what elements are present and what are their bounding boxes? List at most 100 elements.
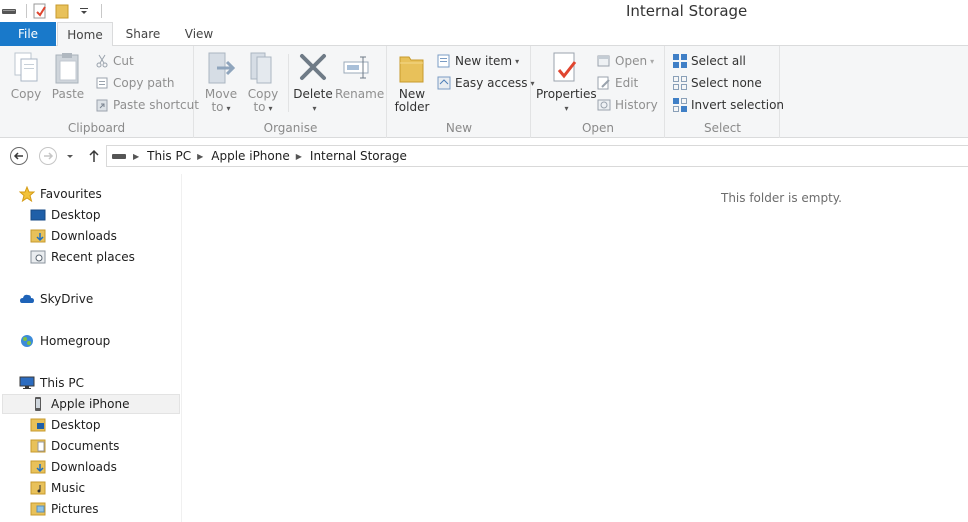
invert-selection-icon — [672, 97, 688, 113]
new-item-icon — [436, 53, 452, 69]
move-to-icon — [204, 50, 238, 86]
copy-to-icon — [246, 50, 280, 86]
rename-button[interactable]: Rename — [335, 50, 384, 101]
nav-label: Recent places — [51, 250, 135, 264]
chevron-down-icon — [67, 155, 73, 158]
customize-qat-icon[interactable] — [75, 2, 93, 20]
copy-to-label-line2: to ▾ — [243, 101, 283, 115]
nav-label: Desktop — [51, 208, 101, 222]
new-folder-label-line2: folder — [394, 100, 430, 114]
nav-label: Downloads — [51, 460, 117, 474]
tab-home[interactable]: Home — [57, 22, 113, 47]
paste-shortcut-label: Paste shortcut — [113, 98, 199, 112]
move-to-label-text: to — [211, 100, 224, 114]
nav-desktop[interactable]: Desktop — [30, 205, 101, 225]
forward-button[interactable] — [38, 146, 58, 166]
nav-label: Homegroup — [40, 334, 111, 348]
copy-to-button[interactable]: Copy to ▾ — [243, 50, 283, 115]
properties-caret-icon: ▾ — [564, 104, 569, 113]
edit-label: Edit — [615, 76, 639, 90]
easy-access-icon — [436, 75, 452, 91]
tab-share[interactable]: Share — [114, 22, 172, 46]
history-icon — [596, 97, 612, 113]
nav-homegroup[interactable]: Homegroup — [19, 331, 110, 351]
move-to-button[interactable]: Move to ▾ — [201, 50, 241, 115]
breadcrumb-arrow-icon: ▶ — [295, 151, 302, 161]
select-all-icon — [672, 53, 688, 69]
open-icon — [596, 53, 612, 69]
star-icon — [19, 186, 35, 202]
nav-label: Pictures — [51, 502, 99, 516]
open-button[interactable]: Open ▾ — [596, 51, 654, 71]
breadcrumb-label: Apple iPhone — [211, 149, 290, 163]
new-group: New folder New item ▾ Easy access ▾ New — [388, 46, 535, 138]
delete-icon — [296, 50, 330, 86]
empty-folder-message: This folder is empty. — [721, 191, 842, 205]
nav-documents[interactable]: Documents — [30, 436, 119, 456]
nav-label: Documents — [51, 439, 120, 453]
cut-label: Cut — [113, 54, 134, 68]
edit-icon — [596, 75, 612, 91]
new-item-label: New item — [455, 54, 513, 68]
invert-selection-button[interactable]: Invert selection — [672, 95, 784, 115]
breadcrumb-internal-storage[interactable]: Internal Storage — [310, 149, 407, 163]
computer-icon — [19, 375, 35, 391]
delete-button[interactable]: Delete ▾ — [293, 50, 333, 115]
clipboard-group: Copy Paste Cut Copy path Paste shortcut … — [0, 46, 199, 138]
copy-path-button[interactable]: Copy path — [94, 73, 175, 93]
easy-access-button[interactable]: Easy access ▾ — [436, 73, 535, 93]
phone-icon — [30, 396, 46, 412]
nav-label: Favourites — [40, 187, 102, 201]
drive-icon[interactable] — [0, 2, 18, 20]
new-folder-qat-icon[interactable] — [53, 2, 71, 20]
select-none-button[interactable]: Select none — [672, 73, 762, 93]
back-button[interactable] — [9, 146, 29, 166]
paste-label: Paste — [51, 87, 85, 101]
delete-label: Delete — [293, 87, 333, 101]
up-button[interactable] — [84, 146, 104, 166]
address-bar[interactable]: ▶ This PC ▶ Apple iPhone ▶ Internal Storag… — [106, 145, 968, 167]
properties-qat-icon[interactable] — [31, 2, 49, 20]
nav-this-pc[interactable]: This PC — [19, 373, 84, 393]
nav-music[interactable]: Music — [30, 478, 85, 498]
copy-button[interactable]: Copy — [6, 50, 46, 101]
nav-label: Music — [51, 481, 86, 495]
paste-shortcut-button[interactable]: Paste shortcut — [94, 95, 199, 115]
move-to-label-line2: to ▾ — [201, 101, 241, 115]
properties-button[interactable]: Properties ▾ — [536, 50, 597, 115]
new-folder-button[interactable]: New folder — [392, 50, 432, 114]
nav-favourites[interactable]: Favourites — [19, 184, 102, 204]
quick-access-toolbar — [0, 2, 106, 20]
nav-pc-desktop[interactable]: Desktop — [30, 415, 101, 435]
ribbon-tabs: File Home Share View — [0, 22, 968, 47]
invert-selection-label: Invert selection — [691, 98, 785, 112]
window-title: Internal Storage — [626, 2, 748, 20]
select-group-label: Select — [703, 121, 742, 135]
nav-apple-iphone[interactable]: Apple iPhone — [2, 394, 180, 414]
address-drive-icon: ▶ — [111, 151, 147, 161]
delete-caret-icon: ▾ — [312, 104, 317, 113]
history-button[interactable]: History — [596, 95, 658, 115]
nav-downloads[interactable]: Downloads — [30, 226, 117, 246]
nav-skydrive[interactable]: SkyDrive — [19, 289, 93, 309]
breadcrumb-apple-iphone[interactable]: Apple iPhone ▶ — [211, 149, 310, 163]
open-caret-icon: ▾ — [650, 56, 655, 66]
select-all-button[interactable]: Select all — [672, 51, 746, 71]
cut-button[interactable]: Cut — [94, 51, 134, 71]
nav-label: This PC — [40, 376, 84, 390]
nav-label: Apple iPhone — [51, 397, 130, 411]
paste-button[interactable]: Paste — [48, 50, 88, 101]
folder-icon — [395, 50, 429, 86]
new-item-button[interactable]: New item ▾ — [436, 51, 519, 71]
breadcrumb-this-pc[interactable]: This PC ▶ — [147, 149, 211, 163]
select-all-label: Select all — [691, 54, 746, 68]
edit-button[interactable]: Edit — [596, 73, 638, 93]
nav-recent-places[interactable]: Recent places — [30, 247, 135, 267]
tab-file[interactable]: File — [0, 22, 56, 46]
nav-pc-downloads[interactable]: Downloads — [30, 457, 117, 477]
nav-label: SkyDrive — [40, 292, 94, 306]
recent-locations-button[interactable] — [62, 146, 78, 166]
nav-pictures[interactable]: Pictures — [30, 499, 99, 519]
tab-view[interactable]: View — [172, 22, 226, 46]
cloud-icon — [19, 291, 35, 307]
